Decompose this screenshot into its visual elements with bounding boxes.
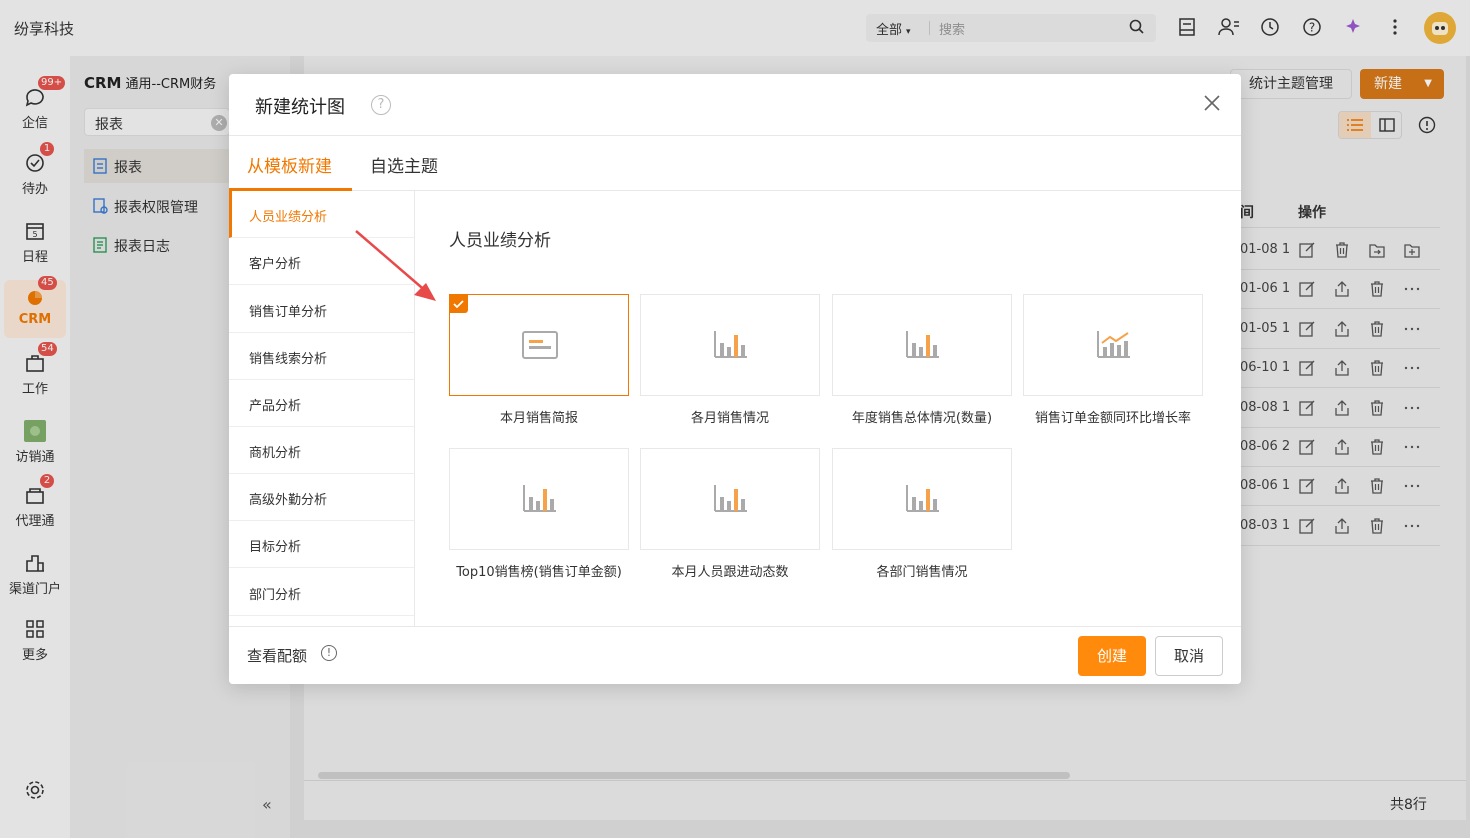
category-item[interactable]: 高级外勤分析 [229,474,415,521]
template-card[interactable] [640,294,820,396]
dialog-tabs: 从模板新建 自选主题 [229,136,1241,191]
template-card[interactable] [640,448,820,550]
template-label: 本月人员跟进动态数 [671,565,789,580]
help-icon[interactable]: ? [371,95,391,115]
category-item[interactable]: 商机分析 [229,427,415,474]
template-card[interactable] [449,448,629,550]
category-item[interactable]: 部门分析 [229,569,415,616]
category-item[interactable]: 销售线索分析 [229,333,415,380]
info-icon[interactable]: ! [321,645,337,661]
template-card[interactable] [832,448,1012,550]
template-card[interactable] [449,294,629,396]
new-chart-dialog: 新建统计图 ? 从模板新建 自选主题 人员业绩分析 客户分析 销售订单分析 销售… [229,74,1241,684]
cancel-button[interactable]: 取消 [1155,636,1223,676]
bar-chart-icon [906,331,939,358]
template-label: 本月销售简报 [499,411,578,426]
close-icon[interactable] [1201,92,1223,114]
bar-chart-icon [906,485,939,512]
tab-from-template[interactable]: 从模板新建 [247,152,332,177]
dialog-footer: 查看配额 ! 创建 取消 [229,626,1241,684]
template-card[interactable] [1023,294,1203,396]
bar-chart-icon [523,485,556,512]
check-icon [450,295,468,313]
template-label: Top10销售榜(销售订单金额) [456,565,622,580]
category-item[interactable]: 目标分析 [229,521,415,568]
template-card[interactable] [832,294,1012,396]
create-button[interactable]: 创建 [1078,636,1146,676]
template-label: 各部门销售情况 [876,565,968,580]
category-item[interactable]: 产品分析 [229,380,415,427]
bar-chart-icon [714,331,747,358]
template-label: 各月销售情况 [690,411,769,426]
annotation-arrow-icon [355,230,436,301]
dialog-title: 新建统计图 [255,97,345,118]
template-label: 年度销售总体情况(数量) [851,411,993,426]
bar-chart-icon [714,485,747,512]
line-bar-chart-icon [1097,331,1130,358]
tab-custom-theme[interactable]: 自选主题 [370,152,438,177]
section-title: 人员业绩分析 [449,231,551,251]
template-label: 销售订单金额同环比增长率 [1034,411,1191,426]
view-quota-link[interactable]: 查看配额 [247,645,307,666]
report-card-icon [522,331,558,359]
